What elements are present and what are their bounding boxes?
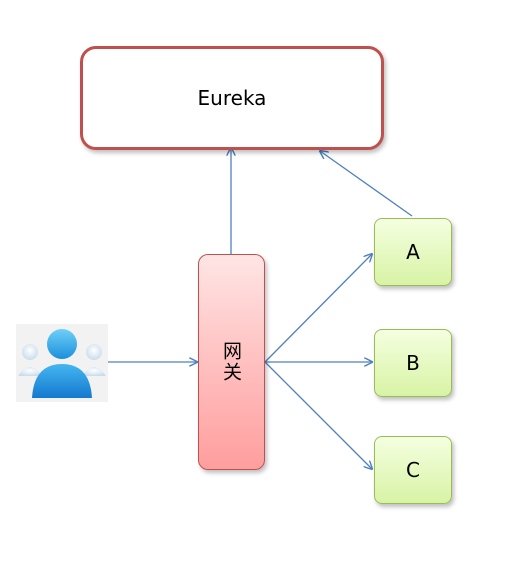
user-group-icon	[18, 329, 106, 398]
client-user-group-icon	[16, 324, 108, 402]
eureka-label: Eureka	[197, 86, 267, 110]
service-c-box: C	[374, 436, 452, 504]
arrow-gateway-to-a	[264, 254, 372, 363]
gateway-box: 网关	[198, 254, 265, 470]
service-b-box: B	[374, 329, 452, 397]
arrow-a-to-eureka	[320, 151, 413, 217]
eureka-server-box: Eureka	[80, 46, 384, 150]
arrow-gateway-to-c	[264, 361, 372, 469]
service-a-box: A	[374, 218, 452, 286]
service-b-label: B	[406, 351, 420, 375]
service-a-label: A	[406, 240, 420, 264]
service-c-label: C	[406, 458, 420, 482]
gateway-label: 网关	[220, 341, 242, 383]
